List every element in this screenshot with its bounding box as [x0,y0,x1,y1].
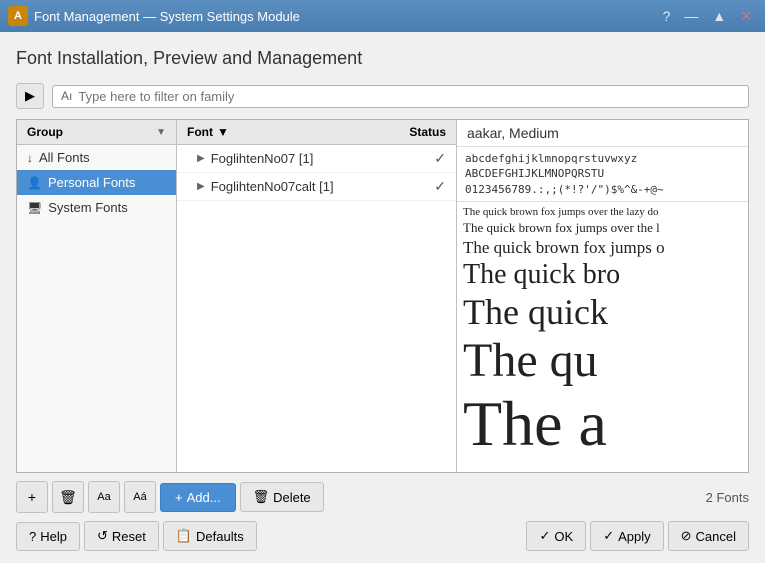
help-button[interactable]: ? Help [16,522,80,551]
preview-line-1: The quick brown fox jumps over the l [463,220,742,236]
delete-label: Delete [273,490,311,505]
font-item-1[interactable]: ▶ FoglihtenNo07calt [1] ✓ [177,173,456,201]
preview-chars-line1: abcdefghijklmnopqrstuvwxyz [465,151,740,166]
font-item-0[interactable]: ▶ FoglihtenNo07 [1] ✓ [177,145,456,173]
toolbar: ▶ Aı [16,83,749,109]
fonts-sort-icon: ▼ [217,125,229,139]
cancel-button[interactable]: ⊘ Cancel [668,521,749,551]
add-button-label: Add... [187,490,221,505]
fonts-header: Font ▼ Status [177,120,456,145]
preview-line-3: The quick bro [463,260,742,291]
fonts-count: 2 Fonts [706,490,749,505]
reset-button[interactable]: ↺ Reset [84,521,159,551]
preview-line-5: The qu [463,335,742,388]
group-item-all-fonts[interactable]: ↓ All Fonts [17,145,176,170]
delete-icon-label: 🗑 [253,489,270,505]
add-small-icon: + [28,489,36,505]
groups-panel: Group ▼ ↓ All Fonts 👤 Personal Fonts 🖥 S… [17,120,177,472]
preview-font-name: aakar, Medium [457,120,748,147]
ok-button[interactable]: ✓ OK [526,521,586,551]
font-check-0: ✓ [434,150,446,167]
ok-icon: ✓ [539,528,550,544]
font-expand-icon-0: ▶ [197,153,205,164]
reset-label: Reset [112,529,146,544]
help-icon: ? [29,529,36,544]
add-fonts-button[interactable]: + Add... [160,483,236,512]
trash-icon: 🗑 [59,489,77,506]
add-icon-button[interactable]: + [16,481,48,513]
maximize-button[interactable]: ▲ [707,6,731,26]
preview-icon: ▶ [25,88,35,104]
ok-label: OK [554,529,573,544]
defaults-label: Defaults [196,529,244,544]
preview-line-4: The quick [463,293,742,333]
all-fonts-icon: ↓ [27,151,33,165]
titlebar-left: A Font Management — System Settings Modu… [8,6,300,26]
font-item-left-0: ▶ FoglihtenNo07 [1] [197,151,313,166]
cancel-label: Cancel [696,529,736,544]
group-item-system-fonts[interactable]: 🖥 System Fonts [17,195,176,220]
font-item-left-1: ▶ FoglihtenNo07calt [1] [197,179,334,194]
delete-fonts-button[interactable]: 🗑 Delete [240,482,324,512]
help-label: Help [40,529,67,544]
action-bar: ? Help ↺ Reset 📋 Defaults ✓ OK ✓ Apply ⊘… [16,513,749,551]
delete-icon-button[interactable]: 🗑 [52,481,84,513]
personal-fonts-icon: 👤 [27,176,42,190]
groups-header: Group ▼ [17,120,176,145]
fonts-header-sort: Font ▼ [187,125,229,139]
preview-panel: aakar, Medium abcdefghijklmnopqrstuvwxyz… [457,120,748,472]
titlebar: A Font Management — System Settings Modu… [0,0,765,32]
help-titlebar-button[interactable]: ? [658,6,676,26]
filter-icon: Aı [61,89,72,103]
font-style-icon-2: Aá [133,491,146,503]
titlebar-title: Font Management — System Settings Module [34,9,300,24]
preview-chars-line2: ABCDEFGHIJKLMNOPQRSTU [465,166,740,181]
defaults-icon: 📋 [176,528,192,544]
content-area: Group ▼ ↓ All Fonts 👤 Personal Fonts 🖥 S… [16,119,749,473]
cancel-icon: ⊘ [681,528,692,544]
font-style-button-2[interactable]: Aá [124,481,156,513]
filter-input[interactable] [78,89,740,104]
preview-chars-line3: 0123456789.:,;(*!?'/")$%^&-+@~ [465,182,740,197]
system-fonts-icon: 🖥 [27,201,42,215]
preview-line-2: The quick brown fox jumps o [463,238,742,258]
group-item-personal-fonts[interactable]: 👤 Personal Fonts [17,170,176,195]
close-button[interactable]: ✕ [735,6,757,27]
group-label-all-fonts: All Fonts [39,150,90,165]
defaults-button[interactable]: 📋 Defaults [163,521,257,551]
preview-toggle-button[interactable]: ▶ [16,83,44,109]
font-label-0: FoglihtenNo07 [1] [211,151,314,166]
preview-line-6: The a [463,389,742,459]
font-label-1: FoglihtenNo07calt [1] [211,179,334,194]
status-header: Status [409,125,446,139]
apply-button[interactable]: ✓ Apply [590,521,663,551]
group-label-system-fonts: System Fonts [48,200,127,215]
preview-text-area: The quick brown fox jumps over the lazy … [457,202,748,472]
fonts-panel: Font ▼ Status ▶ FoglihtenNo07 [1] ✓ ▶ Fo… [177,120,457,472]
preview-chars: abcdefghijklmnopqrstuvwxyz ABCDEFGHIJKLM… [457,147,748,202]
font-style-icon-1: Aa [97,491,110,503]
titlebar-controls: ? — ▲ ✕ [658,6,757,27]
page-title: Font Installation, Preview and Managemen… [16,48,749,69]
preview-line-0: The quick brown fox jumps over the lazy … [463,206,742,218]
add-plus-icon: + [175,490,183,505]
main-window: Font Installation, Preview and Managemen… [0,32,765,563]
font-expand-icon-1: ▶ [197,181,205,192]
minimize-button[interactable]: — [679,6,703,26]
groups-sort-icon: ▼ [156,127,166,138]
group-label-personal-fonts: Personal Fonts [48,175,135,190]
apply-icon: ✓ [603,528,614,544]
filter-container: Aı [52,85,749,108]
font-style-button-1[interactable]: Aa [88,481,120,513]
reset-icon: ↺ [97,528,108,544]
bottom-toolbar: + 🗑 Aa Aá + Add... 🗑 Delete 2 Fonts [16,473,749,513]
font-check-1: ✓ [434,178,446,195]
apply-label: Apply [618,529,651,544]
app-icon: A [8,6,28,26]
